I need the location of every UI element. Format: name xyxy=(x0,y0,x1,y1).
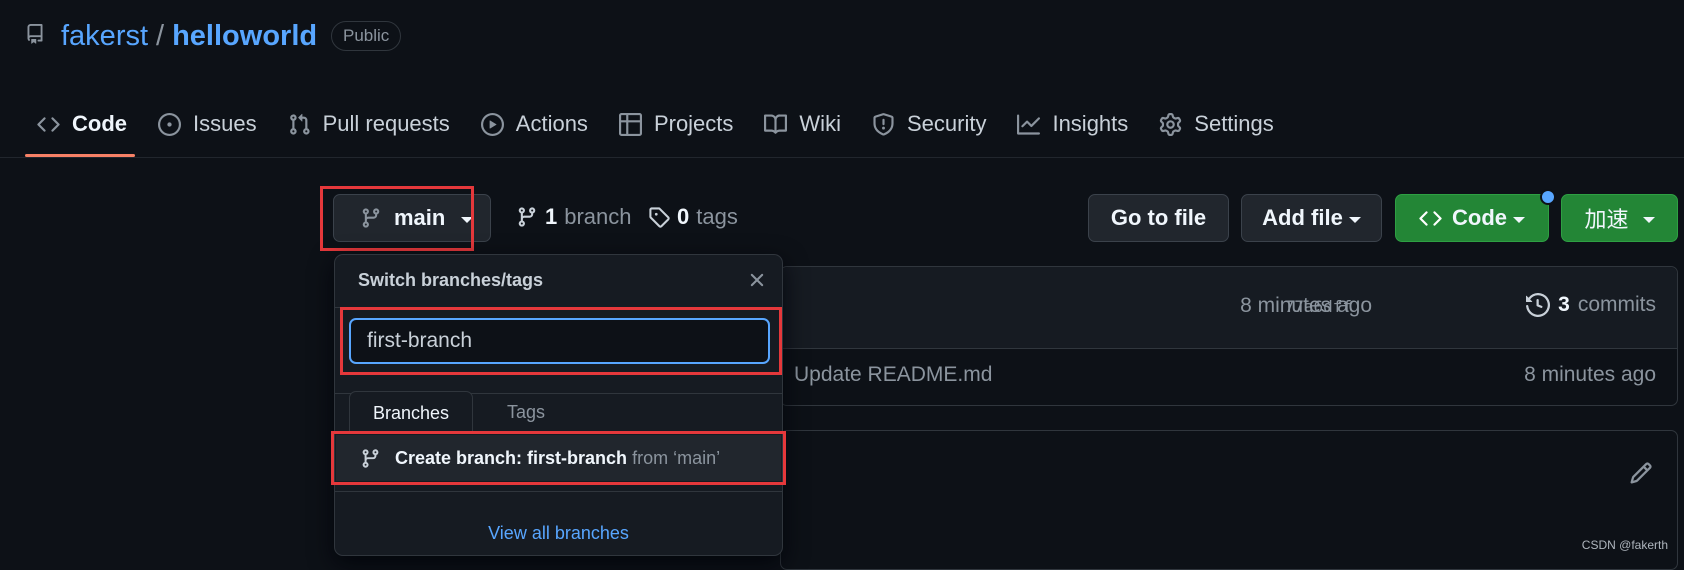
play-icon xyxy=(480,112,504,136)
dropdown-tabs: Branches Tags xyxy=(349,391,768,434)
tab-label: Code xyxy=(72,111,127,136)
tab-projects[interactable]: Projects xyxy=(607,100,752,148)
visibility-badge: Public xyxy=(331,21,402,51)
caret-down-icon xyxy=(1642,216,1655,223)
history-icon xyxy=(1526,293,1551,317)
annotation-highlight-branch xyxy=(320,186,474,251)
annotation-highlight-search xyxy=(340,307,782,375)
tab-label: Pull requests xyxy=(322,111,450,136)
close-icon[interactable] xyxy=(746,269,768,291)
dropdown-footer-divider xyxy=(335,491,782,492)
header-divider xyxy=(0,157,1684,158)
caret-down-icon xyxy=(1513,216,1525,223)
repo-tabs: Code Issues Pull requests Actions Projec… xyxy=(25,100,1293,158)
tab-label: Security xyxy=(906,111,987,136)
commit-word: commits xyxy=(1577,293,1656,316)
repo-breadcrumb: fakerst / helloworld xyxy=(61,16,317,56)
path-separator: / xyxy=(156,20,165,52)
tab-insights[interactable]: Insights xyxy=(1005,100,1147,148)
tag-count: 0 xyxy=(677,204,690,229)
tag-word: tags xyxy=(696,204,738,229)
code-button[interactable]: Code xyxy=(1395,194,1549,242)
branch-count: 1 xyxy=(545,204,558,229)
repo-owner-link[interactable]: fakerst xyxy=(61,20,148,52)
shield-icon xyxy=(873,112,894,136)
commit-count: 3 xyxy=(1558,293,1570,316)
go-to-file-label: Go to file xyxy=(1110,205,1207,230)
tab-actions[interactable]: Actions xyxy=(469,100,607,148)
tab-wiki[interactable]: Wiki xyxy=(752,100,860,148)
branch-word: branch xyxy=(564,204,632,229)
watermark: CSDN @fakerth xyxy=(1581,538,1668,552)
view-all-branches-link[interactable]: View all branches xyxy=(335,523,782,544)
repo-icon xyxy=(27,24,43,44)
repo-name-link[interactable]: helloworld xyxy=(172,20,317,52)
tab-label: Wiki xyxy=(799,111,841,136)
tab-security[interactable]: Security xyxy=(860,100,1005,148)
commit-time: 8 minutes ago xyxy=(1240,294,1372,317)
tags-link[interactable]: 0 tags xyxy=(648,204,738,230)
code-icon xyxy=(37,116,60,132)
annotation-highlight-create xyxy=(331,431,786,485)
readme-box xyxy=(780,430,1678,570)
accelerate-label: 加速 xyxy=(1584,208,1629,233)
file-commit-time: 8 minutes ago xyxy=(1524,363,1656,386)
go-to-file-button[interactable]: Go to file xyxy=(1088,194,1229,242)
tab-label: Settings xyxy=(1194,111,1274,136)
code-icon xyxy=(1419,210,1442,226)
tab-label: Actions xyxy=(515,111,588,136)
add-file-label: Add file xyxy=(1262,205,1343,230)
add-file-button[interactable]: Add file xyxy=(1241,194,1382,242)
tab-label: Projects xyxy=(653,111,734,136)
dropdown-title: Switch branches/tags xyxy=(358,270,544,290)
latest-commit-row: 77a6dff 8 minutes ago 3 commits xyxy=(781,267,1677,349)
graph-icon xyxy=(1017,113,1041,135)
caret-down-icon xyxy=(1348,216,1361,223)
table-icon xyxy=(618,112,642,136)
issue-icon xyxy=(158,112,181,136)
branches-link[interactable]: 1 branch xyxy=(516,204,632,230)
tab-tags[interactable]: Tags xyxy=(491,391,561,434)
tab-branches[interactable]: Branches xyxy=(349,391,473,434)
commit-box: 77a6dff 8 minutes ago 3 commits Update R… xyxy=(780,266,1678,406)
notification-dot xyxy=(1540,189,1556,205)
accelerate-button[interactable]: 加速 xyxy=(1561,194,1678,242)
pencil-icon[interactable] xyxy=(1629,461,1653,485)
tab-issues[interactable]: Issues xyxy=(146,100,276,148)
tab-settings[interactable]: Settings xyxy=(1147,100,1293,148)
book-icon xyxy=(764,113,788,134)
commits-link[interactable]: 3 commits xyxy=(1526,293,1656,317)
code-button-label: Code xyxy=(1452,205,1507,230)
branch-dropdown: Switch branches/tags Branches Tags View … xyxy=(334,254,783,556)
pull-request-icon xyxy=(289,113,310,135)
tab-label: Insights xyxy=(1052,111,1129,136)
gear-icon xyxy=(1160,112,1182,136)
tag-icon xyxy=(649,207,670,228)
tab-label: Issues xyxy=(193,111,257,136)
tab-pull-requests[interactable]: Pull requests xyxy=(276,100,469,148)
branch-icon xyxy=(518,207,536,227)
tab-code[interactable]: Code xyxy=(25,100,146,148)
file-commit-message[interactable]: Update README.md xyxy=(794,363,992,387)
